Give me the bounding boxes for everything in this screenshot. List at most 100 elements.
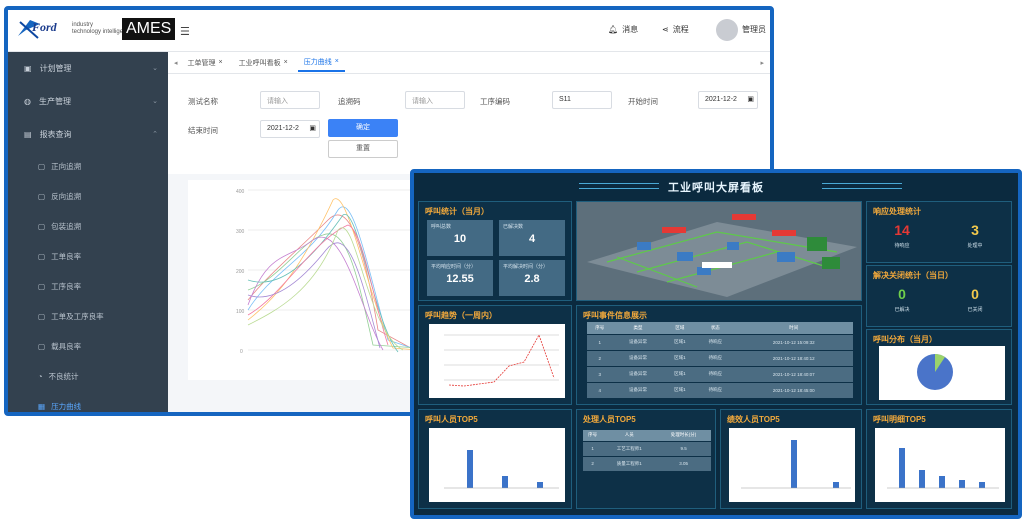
- menu-toggle-icon[interactable]: ☰: [180, 25, 190, 38]
- doc-icon: ▢: [38, 311, 46, 321]
- closed-label: 已关闭: [967, 307, 983, 313]
- events-table: 序号 类型 区域 状态 时间 1 设备异常 区域1 待响应 2021-10-12 15:09:3…: [587, 322, 853, 398]
- handlers-table: 序号 人员 处理时长(分) 1 工艺工程师1 9.5 2 质量工程师1 3.05: [583, 430, 711, 471]
- sidebar-sub-label: 工单及工序良率: [51, 311, 104, 321]
- y-tick: 100: [236, 309, 245, 315]
- close-icon[interactable]: ×: [219, 59, 223, 66]
- doc-icon: ▢: [38, 251, 46, 261]
- test-name-input[interactable]: 请输入: [260, 91, 320, 109]
- scroll-right-icon[interactable]: ▸: [760, 59, 764, 67]
- sidebar-sub-label: 载具良率: [51, 341, 82, 351]
- table-row[interactable]: 2 设备异常 区域1 待响应 2021-10-12 18:40:12: [587, 349, 853, 366]
- scroll-left-icon[interactable]: ◂: [174, 59, 178, 67]
- sidebar-item-plan[interactable]: ▣ 计划管理 ⌄: [8, 52, 168, 85]
- cell: 设备异常: [612, 381, 664, 398]
- calendar-icon: ▣: [747, 96, 754, 103]
- close-icon[interactable]: ×: [284, 59, 288, 66]
- cell: 区域1: [663, 381, 697, 398]
- doc-icon: ▢: [38, 161, 46, 171]
- sidebar-sub-item[interactable]: ▢ 包装追溯: [8, 211, 168, 241]
- start-time-input[interactable]: 2021-12-2 ▣: [698, 91, 758, 109]
- avatar[interactable]: [716, 19, 738, 41]
- kpi-label: 已解决数: [503, 224, 524, 230]
- table-row[interactable]: 3 设备异常 区域1 待响应 2021-10-12 18:40:07: [587, 365, 853, 382]
- sidebar-item-production[interactable]: ◍ 生产管理 ⌄: [8, 85, 168, 118]
- messages-button[interactable]: 🔔︎ 消息: [608, 24, 638, 35]
- station-input[interactable]: S11: [552, 91, 612, 109]
- kpi-box: 呼叫总数 10: [427, 220, 493, 256]
- brand-badge: AMES: [122, 18, 176, 40]
- cell: 2021-10-12 18:40:07: [734, 365, 853, 382]
- user-name[interactable]: 管理员: [742, 24, 766, 35]
- dashboard-title: 工业呼叫大屏看板: [668, 182, 764, 194]
- sidebar-sub-item[interactable]: ▢ 正向追溯: [8, 151, 168, 181]
- table-row[interactable]: 1 工艺工程师1 9.5: [583, 440, 711, 456]
- sidebar-sub-label: 反向追溯: [51, 191, 82, 201]
- kpi-box: 平均解决时间（分） 2.8: [499, 260, 565, 296]
- doc-icon: ▢: [38, 281, 46, 291]
- call-distribution-panel: 呼叫分布（当月）: [866, 329, 1012, 405]
- test-name-label: 测试名称: [188, 97, 218, 106]
- reset-button[interactable]: 重置: [328, 140, 398, 158]
- sidebar-sub-label: 工序良率: [51, 281, 82, 291]
- query-button[interactable]: 确定: [328, 119, 398, 137]
- sidebar-sub-item[interactable]: ▢ 工序良率: [8, 271, 168, 301]
- cell: 区域1: [663, 365, 697, 382]
- call-events-panel: 呼叫事件信息展示 序号 类型 区域 状态 时间 1 设备异常 区域1 待响应 2021-10-1…: [576, 305, 862, 405]
- pending-label: 待响应: [894, 243, 910, 249]
- cell: 9.5: [656, 440, 711, 456]
- doc-icon: ▢: [38, 341, 46, 351]
- y-tick: 200: [236, 269, 245, 275]
- resolved-count: 0: [898, 286, 906, 302]
- start-time-label: 开始时间: [628, 97, 658, 106]
- start-time-value: 2021-12-2: [705, 96, 737, 103]
- top-performance-bar-chart: [729, 428, 855, 502]
- chart-icon: ▦: [38, 401, 46, 411]
- close-icon[interactable]: ×: [335, 58, 339, 65]
- cell: 2021-10-12 18:45:00: [734, 381, 853, 398]
- sidebar-sub-item-active[interactable]: ▦ 压力曲线: [8, 391, 168, 412]
- sidebar-sub-item[interactable]: ◔ 不良统计: [8, 361, 168, 391]
- tab-label: 工业呼叫看板: [238, 59, 281, 67]
- sidebar-sub-item[interactable]: ▢ 反向追溯: [8, 181, 168, 211]
- column-header: 类型: [612, 322, 664, 334]
- cell: 质量工程师1: [602, 455, 657, 471]
- trend-line-chart: [429, 324, 565, 398]
- sidebar-item-label: 生产管理: [38, 97, 71, 106]
- pressure-curve-chart: 400 300 200 100 0: [188, 180, 419, 380]
- column-header: 序号: [583, 430, 603, 441]
- sn-input[interactable]: 请输入: [405, 91, 465, 109]
- sidebar-sub-item[interactable]: ▢ 载具良率: [8, 331, 168, 361]
- end-time-input[interactable]: 2021-12-2 ▣: [260, 120, 320, 138]
- sidebar-sub-item[interactable]: ▢ 工单及工序良率: [8, 301, 168, 331]
- sidebar-sub-item[interactable]: ▢ 工单良率: [8, 241, 168, 271]
- cell: 3.05: [656, 455, 711, 471]
- kpi-label: 呼叫总数: [431, 224, 452, 230]
- flow-button[interactable]: ⋖ 流程: [662, 24, 689, 35]
- cell: 待响应: [696, 333, 735, 350]
- close-stats-panel: 解决关闭统计（当日） 0 已解决 0 已关闭: [866, 265, 1012, 327]
- kpi-box: 已解决数 4: [499, 220, 565, 256]
- cell: 1: [583, 440, 603, 456]
- sidebar-item-report[interactable]: ▤ 报表查询 ⌃: [8, 118, 168, 151]
- tab-work-order[interactable]: 工单管理 ×: [182, 55, 229, 71]
- panel-title: 绩效人员TOP5: [727, 415, 780, 424]
- panel-title: 呼叫统计（当月）: [425, 207, 489, 216]
- cell: 设备异常: [612, 333, 664, 350]
- kpi-value: 10: [453, 233, 467, 245]
- tab-call-board[interactable]: 工业呼叫看板 ×: [233, 55, 294, 71]
- tab-label: 工单管理: [187, 59, 216, 67]
- column-header: 处理时长(分): [656, 430, 711, 441]
- table-row[interactable]: 4 设备异常 区域1 待响应 2021-10-12 18:45:00: [587, 381, 853, 398]
- column-header: 人员: [602, 430, 657, 441]
- cell: 4: [587, 381, 613, 398]
- cell: 2021-10-12 15:09:32: [734, 333, 853, 350]
- tab-pressure-curve[interactable]: 压力曲线 ×: [297, 54, 345, 72]
- panel-title: 响应处理统计: [873, 207, 921, 216]
- column-header: 状态: [696, 322, 735, 334]
- call-dashboard-window: 工业呼叫大屏看板 呼叫统计（当月） 呼叫总数 10 已解决数 4 平均响应时间（分）…: [410, 169, 1022, 519]
- calendar-icon: ▣: [309, 125, 316, 132]
- y-tick: 300: [236, 229, 245, 235]
- table-row[interactable]: 1 设备异常 区域1 待响应 2021-10-12 15:09:32: [587, 333, 853, 350]
- table-row[interactable]: 2 质量工程师1 3.05: [583, 455, 711, 471]
